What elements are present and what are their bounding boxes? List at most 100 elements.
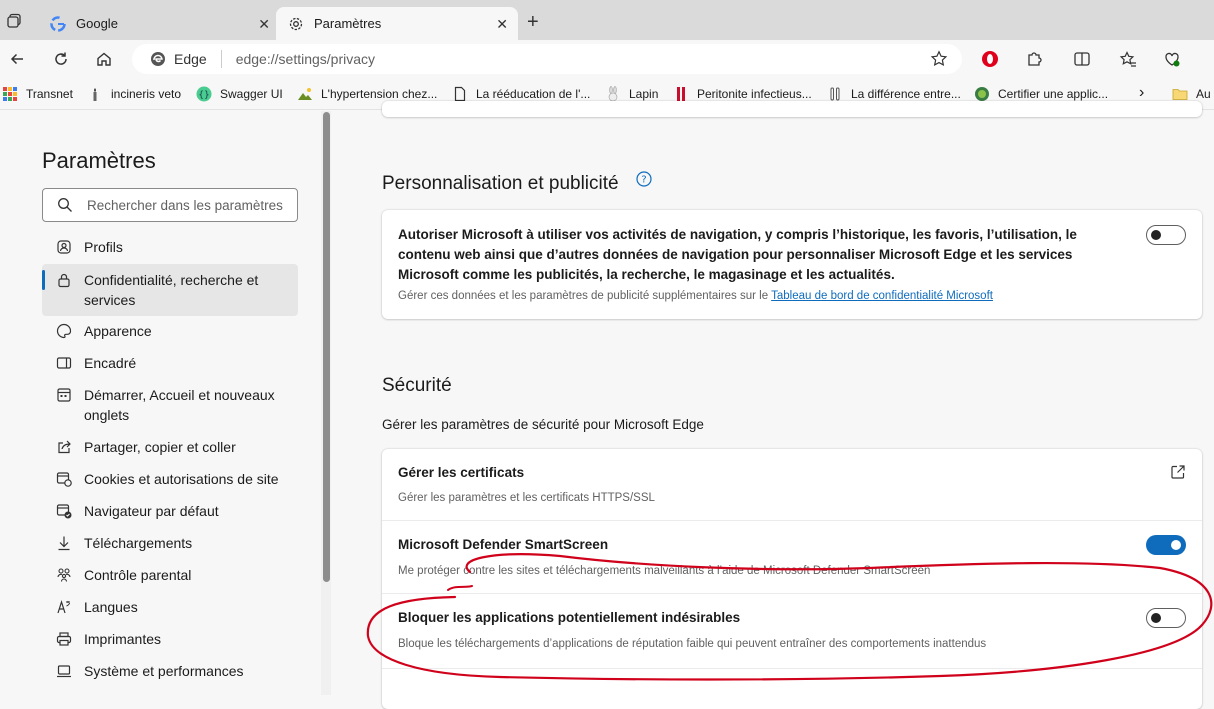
bookmark-item[interactable]: La différence entre... xyxy=(827,86,961,102)
share-icon xyxy=(54,437,74,457)
bookmark-item[interactable]: Peritonite infectieus... xyxy=(673,86,812,102)
browser-essentials-icon[interactable] xyxy=(1161,48,1183,70)
pua-row: Bloquer les applications potentiellement… xyxy=(382,594,1202,668)
workspaces-icon[interactable] xyxy=(6,13,22,29)
language-icon xyxy=(54,597,74,617)
security-card: Gérer les certificats Gérer les paramètr… xyxy=(382,449,1202,709)
lock-icon xyxy=(54,270,74,290)
back-arrow-icon[interactable] xyxy=(6,48,28,70)
address-prefix: Edge xyxy=(174,51,207,67)
sidebar-item-profils[interactable]: Profils xyxy=(42,237,298,259)
home-grid-icon xyxy=(54,385,74,405)
bookmark-item[interactable]: L'hypertension chez... xyxy=(297,86,437,102)
security-subtitle: Gérer les paramètres de sécurité pour Mi… xyxy=(382,417,704,432)
sidebar-item-controle-parental[interactable]: Contrôle parental xyxy=(42,565,298,587)
sidebar-item-label: Partager, copier et coller xyxy=(84,439,236,455)
globe-logo-icon xyxy=(974,86,990,102)
new-tab-plus-icon[interactable]: + xyxy=(527,12,539,32)
home-icon[interactable] xyxy=(93,48,115,70)
address-path: settings/privacy xyxy=(278,51,376,67)
page-title: Paramètres xyxy=(42,148,156,173)
personalization-setting-title: Autoriser Microsoft à utiliser vos activ… xyxy=(398,227,1077,282)
smartscreen-toggle[interactable] xyxy=(1146,535,1186,555)
sidebar-item-navigateur-defaut[interactable]: Navigateur par défaut xyxy=(42,501,298,523)
close-icon[interactable]: ✕ xyxy=(258,16,270,33)
personalization-toggle[interactable] xyxy=(1146,225,1186,245)
section-title-text: Personnalisation et publicité xyxy=(382,173,619,194)
red-bars-icon xyxy=(673,86,689,102)
rabbit-icon xyxy=(605,86,621,102)
tab-label: Google xyxy=(76,16,118,31)
pua-desc: Bloque les téléchargements d’application… xyxy=(398,638,987,650)
smartscreen-title: Microsoft Defender SmartScreen xyxy=(398,537,609,552)
sidebar-item-label: Langues xyxy=(84,599,138,615)
bookmark-label: incineris veto xyxy=(111,87,182,101)
landscape-icon xyxy=(297,86,313,102)
bookmark-label: Certifier une applic... xyxy=(998,87,1109,101)
sidebar-item-label: Confidentialité, recherche et services xyxy=(84,272,259,308)
sidebar-item-imprimantes[interactable]: Imprimantes xyxy=(42,629,298,651)
bookmark-item[interactable]: Lapin xyxy=(605,86,658,102)
profile-icon xyxy=(54,237,74,257)
external-link-icon[interactable] xyxy=(1170,464,1186,480)
edge-logo-icon xyxy=(150,51,166,67)
search-input[interactable]: Rechercher dans les paramètres xyxy=(42,188,298,222)
refresh-icon[interactable] xyxy=(50,48,72,70)
sidebar-item-encadre[interactable]: Encadré xyxy=(42,353,298,375)
smartscreen-desc: Me protéger contre les sites et téléchar… xyxy=(398,565,931,577)
toolbar: Edge edge://settings/privacy xyxy=(0,40,1214,78)
bookmark-label: Au xyxy=(1196,87,1211,101)
sidebar-item-label: Encadré xyxy=(84,355,137,371)
sidebar-item-label: Cookies et autorisations de site xyxy=(84,471,279,487)
settings-content: Personnalisation et publicité ? Autorise… xyxy=(334,101,1214,709)
sidebar-item-systeme[interactable]: Système et performances xyxy=(42,661,298,683)
bookmark-item[interactable]: Transnet xyxy=(2,86,73,102)
favorite-star-icon[interactable] xyxy=(930,50,948,68)
bookmark-label: Lapin xyxy=(629,87,659,101)
settings-sidebar: Paramètres Rechercher dans les paramètre… xyxy=(0,111,334,695)
sidebar-item-langues[interactable]: Langues xyxy=(42,597,298,619)
tab-parametres[interactable]: Paramètres ✕ xyxy=(276,7,518,40)
opera-extension-icon[interactable] xyxy=(979,48,1001,70)
sidebar-item-partager[interactable]: Partager, copier et coller xyxy=(42,437,298,459)
printer-icon xyxy=(54,629,74,649)
bookmark-label: Swagger UI xyxy=(220,87,283,101)
toggle-knob xyxy=(1151,230,1161,240)
tab-google[interactable]: Google ✕ xyxy=(38,7,280,40)
grid-logo-icon xyxy=(2,86,18,102)
google-icon xyxy=(50,15,66,32)
help-circle-icon[interactable]: ? xyxy=(636,171,652,187)
bookmark-item[interactable]: La rééducation de l'... xyxy=(452,86,590,102)
close-icon[interactable]: ✕ xyxy=(496,16,508,33)
split-screen-icon[interactable] xyxy=(1071,48,1093,70)
sidebar-item-cookies[interactable]: Cookies et autorisations de site xyxy=(42,469,298,491)
bookmark-label: La rééducation de l'... xyxy=(476,87,591,101)
favorites-icon[interactable] xyxy=(1117,48,1139,70)
privacy-dashboard-link[interactable]: Tableau de bord de confidentialité Micro… xyxy=(771,290,993,302)
pua-toggle[interactable] xyxy=(1146,608,1186,628)
laptop-icon xyxy=(54,661,74,681)
chevron-right-icon[interactable]: › xyxy=(1139,84,1144,102)
address-bar[interactable]: Edge edge://settings/privacy xyxy=(132,44,962,74)
sidebar-item-apparence[interactable]: Apparence xyxy=(42,321,298,343)
manage-certificates-desc: Gérer les paramètres et les certificats … xyxy=(398,492,655,504)
divider xyxy=(382,668,1202,669)
bookmark-item[interactable]: incineris veto xyxy=(87,86,181,102)
sidebar-item-demarrer[interactable]: Démarrer, Accueil et nouveaux onglets xyxy=(42,385,298,427)
sidebar-item-telechargements[interactable]: Téléchargements xyxy=(42,533,298,555)
manage-certificates-row[interactable]: Gérer les certificats Gérer les paramètr… xyxy=(382,449,1202,520)
browser-check-icon xyxy=(54,501,74,521)
extensions-puzzle-icon[interactable] xyxy=(1024,48,1046,70)
bookmark-item[interactable]: {} Swagger UI xyxy=(196,86,283,102)
sidebar-item-confidentialite[interactable]: Confidentialité, recherche et services xyxy=(42,264,298,316)
bookmark-item[interactable]: Au xyxy=(1172,86,1211,102)
personalization-card: Autoriser Microsoft à utiliser vos activ… xyxy=(382,210,1202,319)
toggle-knob xyxy=(1151,613,1161,623)
sidebar-item-label: Apparence xyxy=(84,323,152,339)
swagger-icon: {} xyxy=(196,86,212,102)
toggle-knob xyxy=(1171,540,1181,550)
smartscreen-row: Microsoft Defender SmartScreen Me protég… xyxy=(382,521,1202,593)
bookmark-item[interactable]: Certifier une applic... xyxy=(974,86,1108,102)
scrollbar-thumb[interactable] xyxy=(323,112,330,582)
search-placeholder: Rechercher dans les paramètres xyxy=(87,197,283,213)
